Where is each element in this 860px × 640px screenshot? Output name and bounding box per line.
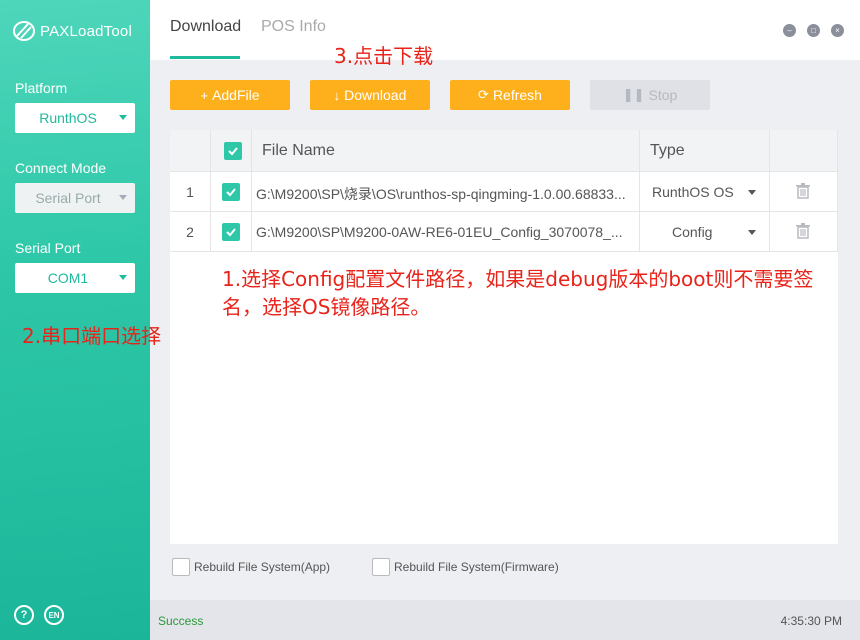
- file-path: G:\M9200\SP\M9200-0AW-RE6-01EU_Config_30…: [256, 224, 623, 240]
- download-label: Download: [344, 87, 407, 103]
- trash-icon[interactable]: [794, 182, 812, 200]
- status-time: 4:35:30 PM: [780, 614, 842, 628]
- header-file-name: File Name: [262, 142, 335, 159]
- refresh-icon: ⟳: [478, 87, 489, 102]
- rebuild-app-checkbox[interactable]: [172, 558, 190, 576]
- serial-port-value: COM1: [47, 270, 89, 286]
- pause-icon: ❚❚: [622, 87, 645, 102]
- chevron-down-icon: [748, 230, 756, 235]
- type-value: Config: [672, 224, 713, 240]
- serial-port-select[interactable]: COM1: [15, 263, 135, 293]
- rebuild-app-label: Rebuild File System(App): [194, 560, 331, 574]
- status-bar: Success 4:35:30 PM: [150, 600, 860, 640]
- top-bar: Download POS Info – □ ×: [150, 0, 860, 60]
- row-number: 2: [186, 224, 194, 240]
- annotation-step1: 1.选择Config配置文件路径，如果是debug版本的boot则不需要签名，选…: [222, 267, 814, 319]
- table-header: File Name Type: [170, 130, 838, 172]
- file-path: G:\M9200\SP\烧录\OS\runthos-sp-qingming-1.…: [256, 186, 626, 202]
- row-checkbox[interactable]: [222, 183, 240, 201]
- rebuild-firmware-option[interactable]: Rebuild File System(Firmware): [372, 558, 559, 576]
- serial-port-label: Serial Port: [15, 240, 81, 256]
- file-table: File Name Type 1 G:\M9200\SP\烧录\OS\runth…: [170, 130, 838, 544]
- arrow-down-icon: ↓: [333, 87, 341, 103]
- table-row[interactable]: 1 G:\M9200\SP\烧录\OS\runthos-sp-qingming-…: [170, 172, 838, 212]
- download-button[interactable]: ↓ Download: [310, 80, 430, 110]
- add-file-label: AddFile: [212, 87, 260, 103]
- language-icon[interactable]: EN: [44, 605, 64, 625]
- annotation-step2: 2.串口端口选择: [22, 324, 162, 348]
- rebuild-firmware-label: Rebuild File System(Firmware): [394, 560, 559, 574]
- add-file-button[interactable]: + AddFile: [170, 80, 290, 110]
- maximize-icon: □: [811, 25, 816, 35]
- row-number: 1: [186, 184, 194, 200]
- chevron-down-icon: [119, 195, 127, 200]
- rebuild-app-option[interactable]: Rebuild File System(App): [172, 558, 330, 576]
- connect-mode-value: Serial Port: [35, 190, 101, 206]
- pax-logo-icon: [13, 21, 35, 41]
- close-icon: ×: [835, 25, 840, 35]
- maximize-button[interactable]: □: [807, 24, 820, 37]
- connect-mode-select[interactable]: Serial Port: [15, 183, 135, 213]
- refresh-button[interactable]: ⟳ Refresh: [450, 80, 570, 110]
- minimize-icon: –: [787, 25, 792, 35]
- status-message: Success: [158, 614, 204, 628]
- check-icon: [226, 228, 236, 237]
- close-button[interactable]: ×: [831, 24, 844, 37]
- type-select[interactable]: Config: [640, 224, 760, 240]
- stop-label: Stop: [648, 87, 678, 103]
- check-icon: [228, 147, 238, 156]
- platform-value: RunthOS: [39, 110, 97, 126]
- tab-pos-info[interactable]: POS Info: [261, 18, 326, 36]
- active-tab-indicator: [170, 56, 240, 59]
- plus-icon: +: [200, 87, 209, 103]
- type-select[interactable]: RunthOS OS: [640, 184, 760, 200]
- app-logo: PAXLoadTool: [12, 20, 132, 42]
- annotation-step3: 3.点击下载: [334, 44, 434, 68]
- header-type: Type: [650, 142, 685, 159]
- trash-icon[interactable]: [794, 222, 812, 240]
- chevron-down-icon: [748, 190, 756, 195]
- platform-label: Platform: [15, 80, 68, 96]
- app-title: PAXLoadTool: [40, 22, 132, 40]
- type-value: RunthOS OS: [652, 184, 734, 200]
- row-checkbox[interactable]: [222, 223, 240, 241]
- refresh-label: Refresh: [492, 87, 542, 103]
- chevron-down-icon: [119, 275, 127, 280]
- chevron-down-icon: [119, 115, 127, 120]
- platform-select[interactable]: RunthOS: [15, 103, 135, 133]
- tab-download[interactable]: Download: [170, 18, 241, 36]
- stop-button[interactable]: ❚❚ Stop: [590, 80, 710, 110]
- check-icon: [226, 188, 236, 197]
- table-row[interactable]: 2 G:\M9200\SP\M9200-0AW-RE6-01EU_Config_…: [170, 212, 838, 252]
- connect-mode-label: Connect Mode: [15, 160, 107, 176]
- help-icon[interactable]: ?: [14, 605, 34, 625]
- rebuild-firmware-checkbox[interactable]: [372, 558, 390, 576]
- minimize-button[interactable]: –: [783, 24, 796, 37]
- select-all-checkbox[interactable]: [224, 142, 242, 160]
